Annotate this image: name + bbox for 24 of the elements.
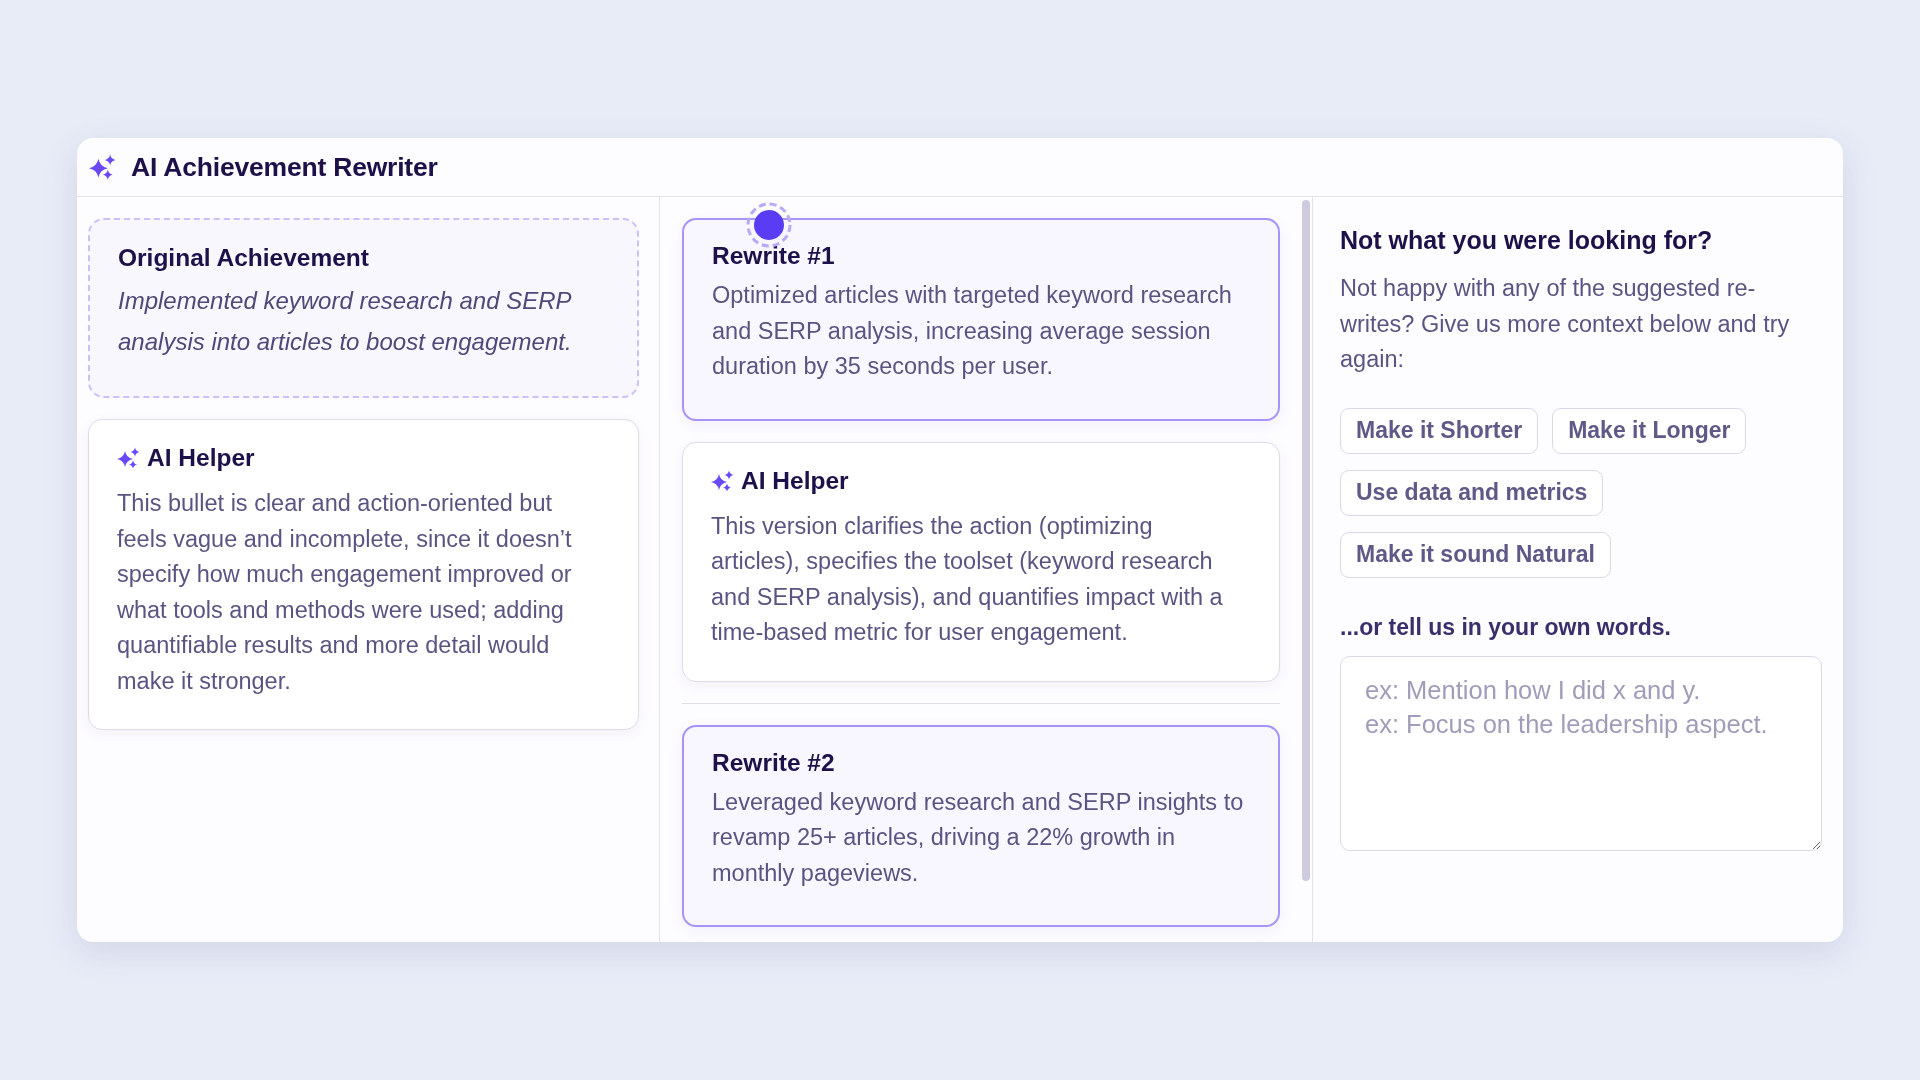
rewrite-text: Optimized articles with targeted keyword research and SERP analysis, increasing average session duration by 35 seconds per user. bbox=[712, 281, 1233, 381]
helper-text: This version clarifies the action (optimizing articles), specifies the toolset (keyword research and SERP analysis), and quantifies impact with a time-based metric for user engagement. bbox=[711, 511, 1224, 647]
window-title: AI Achievement Rewriter bbox=[131, 151, 438, 183]
option-button[interactable]: Use data and metrics bbox=[1340, 469, 1604, 516]
feedback-heading: Not what you were looking for? bbox=[1340, 225, 1714, 255]
rewrite-card[interactable]: Rewrite #2 Leveraged keyword research and SERP insights to revamp 25+ articles, driving a 22% growth in monthly pageviews. bbox=[682, 724, 1280, 927]
custom-label: ...or tell us in your own words. bbox=[1340, 612, 1672, 642]
helper-title: AI Helper bbox=[741, 466, 849, 495]
option-button[interactable]: Make it Shorter bbox=[1340, 407, 1539, 454]
helper-title: AI Helper bbox=[147, 444, 255, 472]
rewrite-title: Rewrite #1 bbox=[712, 241, 836, 271]
option-button[interactable]: Make it Longer bbox=[1552, 407, 1747, 454]
original-text: Implemented keyword research and SERP analysis into articles to boost engagement. bbox=[118, 286, 573, 357]
context-input[interactable]: ex: Mention how I did x and y. ex: Focus on the leadership aspect. bbox=[1340, 655, 1822, 851]
feedback-text: Not happy with any of the suggested re-writes? Give us more context below and try again: bbox=[1340, 274, 1791, 374]
sparkle-icon bbox=[89, 154, 116, 180]
option-button[interactable]: Make it sound Natural bbox=[1340, 531, 1611, 578]
sparkle-icon bbox=[117, 447, 140, 469]
rewrite-text: Leveraged keyword research and SERP insights to revamp 25+ articles, driving a 22% growth in monthly pageviews. bbox=[712, 787, 1245, 888]
rewrite-title: Rewrite #2 bbox=[712, 747, 836, 778]
helper-text: This bullet is clear and action-oriented but feels vague and incomplete, since it doesn’t specify how much engagement improved or what tools and methods were used; adding quantifiable results and more detail would make it stronger. bbox=[117, 489, 573, 696]
card-heading: Original Achievement bbox=[118, 243, 370, 273]
scrollbar[interactable] bbox=[1302, 200, 1310, 881]
sparkle-icon bbox=[711, 469, 734, 492]
